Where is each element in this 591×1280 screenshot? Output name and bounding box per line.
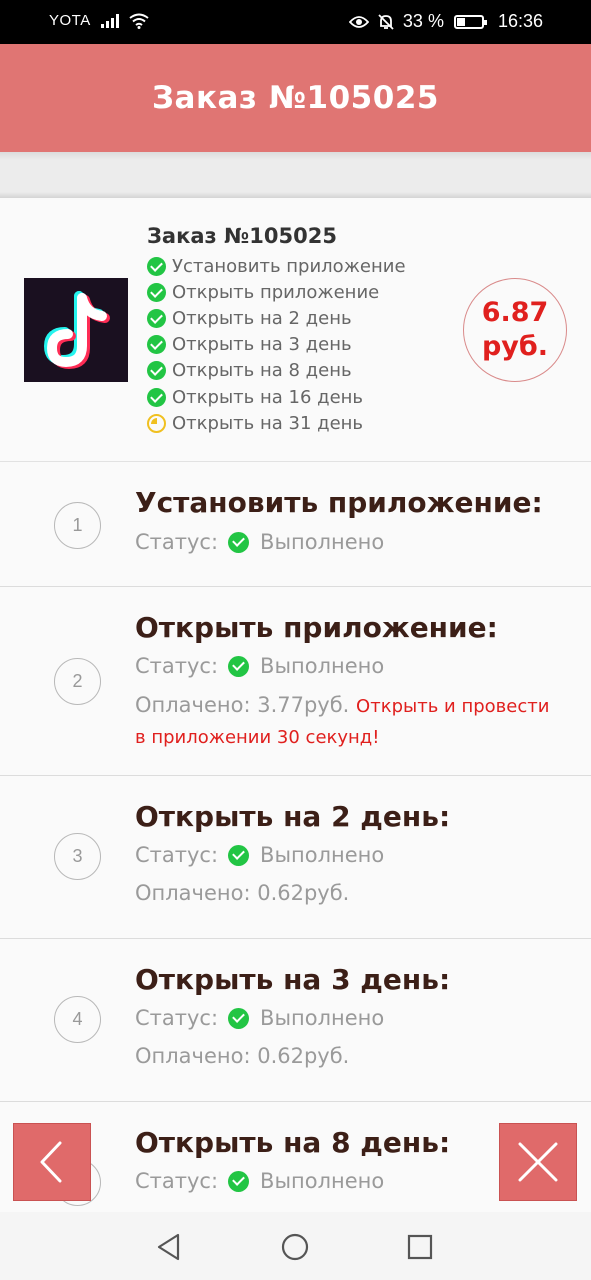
nav-home-icon[interactable]: [281, 1233, 309, 1261]
list-item: Установить приложение: [147, 253, 406, 279]
paid-amount: Оплачено: 3.77руб. Открыть и провести: [135, 693, 549, 717]
eye-icon: [348, 15, 369, 28]
status-label: Статус:: [135, 530, 219, 554]
task-status: Статус: Выполнено: [135, 654, 384, 678]
status-label: Статус:: [135, 1169, 219, 1193]
step-label: Установить приложение: [172, 255, 406, 277]
carrier-name: YOTA: [49, 12, 91, 29]
task-item[interactable]: 4 Открыть на 3 день: Статус: Выполнено О…: [0, 939, 591, 1102]
task-title: Открыть на 2 день:: [135, 800, 451, 833]
status-value: Выполнено: [260, 654, 385, 678]
status-value: Выполнено: [260, 1169, 385, 1193]
task-item[interactable]: 3 Открыть на 2 день: Статус: Выполнено О…: [0, 776, 591, 939]
price-value: 6.87: [481, 297, 549, 329]
close-button[interactable]: [499, 1123, 577, 1201]
status-label: Статус:: [135, 843, 219, 867]
step-label: Открыть на 3 день: [172, 334, 352, 356]
check-icon: [228, 1170, 250, 1192]
header-divider: [0, 152, 591, 198]
step-checklist: Установить приложение Открыть приложение…: [147, 253, 406, 436]
chevron-left-icon: [40, 1141, 62, 1183]
list-item: Открыть на 2 день: [147, 305, 406, 331]
task-status: Статус: Выполнено: [135, 1006, 384, 1030]
list-item: Открыть на 31 день: [147, 410, 406, 436]
step-number: 1: [54, 502, 101, 549]
status-label: Статус:: [135, 654, 219, 678]
price-unit: руб.: [481, 331, 549, 362]
check-icon: [228, 531, 250, 553]
back-button[interactable]: [13, 1123, 91, 1201]
task-title: Открыть на 3 день:: [135, 963, 451, 996]
check-icon: [147, 387, 166, 407]
task-status: Статус: Выполнено: [135, 1169, 384, 1193]
order-title: Заказ №105025: [147, 224, 337, 248]
step-number: 3: [54, 833, 101, 880]
check-icon: [228, 1007, 250, 1029]
check-icon: [147, 361, 166, 381]
bell-off-icon: [378, 13, 394, 30]
list-item: Открыть на 16 день: [147, 384, 406, 410]
task-title: Установить приложение:: [135, 486, 543, 519]
paid-amount: Оплачено: 0.62руб.: [135, 1044, 350, 1068]
price-badge: 6.87 руб.: [463, 278, 567, 382]
signal-bars-icon: [100, 13, 119, 28]
nav-recents-icon[interactable]: [407, 1234, 433, 1260]
status-bar: YOTA 33 % 16:36: [0, 0, 591, 44]
wifi-icon: [129, 13, 149, 29]
paid-amount: Оплачено: 0.62руб.: [135, 881, 350, 905]
status-value: Выполнено: [260, 843, 385, 867]
check-icon: [228, 655, 250, 677]
paid-text: Оплачено: 3.77руб.: [135, 693, 350, 717]
list-item: Открыть приложение: [147, 279, 406, 305]
battery-icon: [453, 14, 487, 29]
task-item[interactable]: 1 Установить приложение: Статус: Выполне…: [0, 462, 591, 587]
step-number: 2: [54, 658, 101, 705]
list-item: Открыть на 3 день: [147, 332, 406, 358]
tiktok-app-icon: [24, 278, 128, 382]
page-title: Заказ №105025: [152, 80, 439, 116]
order-summary: Заказ №105025 Установить приложение Откр…: [0, 198, 591, 462]
check-icon: [147, 282, 166, 302]
status-value: Выполнено: [260, 1006, 385, 1030]
task-item[interactable]: 2 Открыть приложение: Статус: Выполнено …: [0, 587, 591, 776]
step-number: 4: [54, 996, 101, 1043]
battery-percent: 33 %: [402, 11, 444, 31]
task-status: Статус: Выполнено: [135, 843, 384, 867]
task-status: Статус: Выполнено: [135, 530, 384, 554]
task-title: Открыть приложение:: [135, 611, 498, 644]
close-icon: [518, 1142, 558, 1182]
nav-back-icon[interactable]: [154, 1232, 184, 1262]
pending-clock-icon: [147, 413, 166, 433]
system-nav-bar: [0, 1212, 591, 1280]
status-value: Выполнено: [260, 530, 385, 554]
task-note-cont: в приложении 30 секунд!: [135, 727, 380, 748]
step-label: Открыть на 2 день: [172, 307, 352, 329]
task-title: Открыть на 8 день:: [135, 1126, 451, 1159]
check-icon: [147, 308, 166, 328]
list-item: Открыть на 8 день: [147, 358, 406, 384]
check-icon: [147, 335, 166, 355]
step-label: Открыть приложение: [172, 281, 380, 303]
app-header: Заказ №105025: [0, 44, 591, 152]
step-label: Открыть на 16 день: [172, 386, 364, 408]
step-label: Открыть на 31 день: [172, 412, 364, 434]
check-icon: [228, 844, 250, 866]
clock: 16:36: [497, 11, 543, 31]
check-icon: [147, 256, 166, 276]
step-label: Открыть на 8 день: [172, 360, 352, 382]
task-note: Открыть и провести: [356, 696, 550, 717]
status-label: Статус:: [135, 1006, 219, 1030]
